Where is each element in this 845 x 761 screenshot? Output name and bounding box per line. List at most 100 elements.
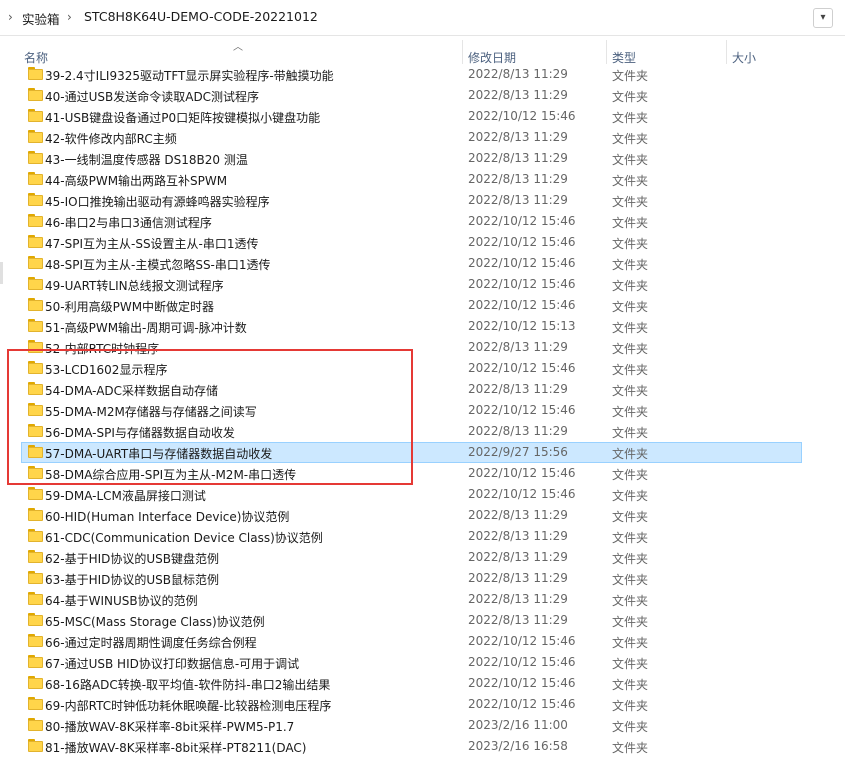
modified-date: 2023/2/16 11:00 [468, 718, 568, 732]
table-row[interactable]: 69-内部RTC时钟低功耗休眠唤醒-比较器检测电压程序 2022/10/12 15… [0, 694, 845, 715]
table-row[interactable]: 47-SPI互为主从-SS设置主从-串口1透传 2022/10/12 15:46 文… [0, 232, 845, 253]
file-name[interactable]: 61-CDC(Communication Device Class)协议范例 [45, 529, 323, 546]
file-type: 文件夹 [612, 741, 649, 755]
table-row[interactable]: 55-DMA-M2M存储器与存储器之间读写 2022/10/12 15:46 文件夹 [0, 400, 845, 421]
table-row[interactable]: 59-DMA-LCM液晶屏接口测试 2022/10/12 15:46 文件夹 [0, 484, 845, 505]
file-type: 文件夹 [612, 594, 649, 608]
folder-icon [28, 529, 43, 542]
table-row[interactable]: 39-2.4寸ILI9325驱动TFT显示屏实验程序-带触摸功能 2022/8/1… [0, 64, 845, 85]
folder-icon [28, 676, 43, 689]
file-name[interactable]: 49-UART转LIN总线报文测试程序 [45, 277, 224, 294]
folder-icon [28, 193, 43, 206]
file-name[interactable]: 52-内部RTC时钟程序 [45, 340, 159, 357]
table-row[interactable]: 54-DMA-ADC采样数据自动存储 2022/8/13 11:29 文件夹 [0, 379, 845, 400]
file-name[interactable]: 42-软件修改内部RC主频 [45, 130, 177, 147]
file-name[interactable]: 56-DMA-SPI与存储器数据自动收发 [45, 424, 235, 441]
file-name[interactable]: 43-一线制温度传感器 DS18B20 测温 [45, 151, 248, 168]
table-row[interactable]: 40-通过USB发送命令读取ADC测试程序 2022/8/13 11:29 文件夹 [0, 85, 845, 106]
modified-date: 2022/8/13 11:29 [468, 571, 568, 585]
table-row[interactable]: 48-SPI互为主从-主模式忽略SS-串口1透传 2022/10/12 15:46… [0, 253, 845, 274]
table-row[interactable]: 58-DMA综合应用-SPI互为主从-M2M-串口透传 2022/10/12 15… [0, 463, 845, 484]
table-row[interactable]: 61-CDC(Communication Device Class)协议范例 20… [0, 526, 845, 547]
table-row[interactable]: 57-DMA-UART串口与存储器数据自动收发 2022/9/27 15:56 文件… [0, 442, 845, 463]
breadcrumb-item-current[interactable]: STC8H8K64U-DEMO-CODE-20221012 [84, 9, 318, 24]
table-row[interactable]: 66-通过定时器周期性调度任务综合例程 2022/10/12 15:46 文件夹 [0, 631, 845, 652]
table-row[interactable]: 56-DMA-SPI与存储器数据自动收发 2022/8/13 11:29 文件夹 [0, 421, 845, 442]
table-row[interactable]: 43-一线制温度传感器 DS18B20 测温 2022/8/13 11:29 文件夹 [0, 148, 845, 169]
file-name[interactable]: 39-2.4寸ILI9325驱动TFT显示屏实验程序-带触摸功能 [45, 67, 334, 84]
table-row[interactable]: 49-UART转LIN总线报文测试程序 2022/10/12 15:46 文件夹 [0, 274, 845, 295]
file-name[interactable]: 60-HID(Human Interface Device)协议范例 [45, 508, 289, 525]
folder-icon [28, 697, 43, 710]
table-row[interactable]: 50-利用高级PWM中断做定时器 2022/10/12 15:46 文件夹 [0, 295, 845, 316]
chevron-down-icon[interactable]: ▾ [813, 8, 833, 28]
file-type: 文件夹 [612, 405, 649, 419]
folder-icon [28, 67, 43, 80]
table-row[interactable]: 45-IO口推挽输出驱动有源蜂鸣器实验程序 2022/8/13 11:29 文件夹 [0, 190, 845, 211]
modified-date: 2022/8/13 11:29 [468, 550, 568, 564]
file-type: 文件夹 [612, 90, 649, 104]
file-name[interactable]: 51-高级PWM输出-周期可调-脉冲计数 [45, 319, 247, 336]
chevron-right-icon[interactable]: › [67, 10, 72, 24]
table-row[interactable]: 81-播放WAV-8K采样率-8bit采样-PT8211(DAC) 2023/2/… [0, 736, 845, 757]
file-name[interactable]: 57-DMA-UART串口与存储器数据自动收发 [45, 445, 272, 462]
chevron-right-icon[interactable]: › [8, 10, 13, 24]
file-name[interactable]: 81-播放WAV-8K采样率-8bit采样-PT8211(DAC) [45, 739, 306, 756]
file-name[interactable]: 48-SPI互为主从-主模式忽略SS-串口1透传 [45, 256, 271, 273]
file-name[interactable]: 40-通过USB发送命令读取ADC测试程序 [45, 88, 259, 105]
file-name[interactable]: 66-通过定时器周期性调度任务综合例程 [45, 634, 257, 651]
column-divider[interactable] [606, 40, 607, 64]
folder-icon [28, 487, 43, 500]
file-name[interactable]: 58-DMA综合应用-SPI互为主从-M2M-串口透传 [45, 466, 296, 483]
table-row[interactable]: 63-基于HID协议的USB鼠标范例 2022/8/13 11:29 文件夹 [0, 568, 845, 589]
table-row[interactable]: 60-HID(Human Interface Device)协议范例 2022/8… [0, 505, 845, 526]
file-name[interactable]: 68-16路ADC转换-取平均值-软件防抖-串口2输出结果 [45, 676, 330, 693]
table-row[interactable]: 68-16路ADC转换-取平均值-软件防抖-串口2输出结果 2022/10/12 … [0, 673, 845, 694]
modified-date: 2022/10/12 15:13 [468, 319, 576, 333]
table-row[interactable]: 65-MSC(Mass Storage Class)协议范例 2022/8/13 … [0, 610, 845, 631]
file-name[interactable]: 45-IO口推挽输出驱动有源蜂鸣器实验程序 [45, 193, 270, 210]
folder-icon [28, 361, 43, 374]
file-name[interactable]: 41-USB键盘设备通过P0口矩阵按键模拟小键盘功能 [45, 109, 320, 126]
table-row[interactable]: 44-高级PWM输出两路互补SPWM 2022/8/13 11:29 文件夹 [0, 169, 845, 190]
file-type: 文件夹 [612, 678, 649, 692]
file-name[interactable]: 62-基于HID协议的USB键盘范例 [45, 550, 219, 567]
file-type: 文件夹 [612, 447, 649, 461]
file-name[interactable]: 63-基于HID协议的USB鼠标范例 [45, 571, 219, 588]
modified-date: 2022/10/12 15:46 [468, 256, 576, 270]
file-name[interactable]: 50-利用高级PWM中断做定时器 [45, 298, 214, 315]
file-name[interactable]: 44-高级PWM输出两路互补SPWM [45, 172, 227, 189]
file-name[interactable]: 80-播放WAV-8K采样率-8bit采样-PWM5-P1.7 [45, 718, 294, 735]
file-name[interactable]: 59-DMA-LCM液晶屏接口测试 [45, 487, 206, 504]
modified-date: 2022/8/13 11:29 [468, 382, 568, 396]
column-divider[interactable] [726, 40, 727, 64]
column-divider[interactable] [462, 40, 463, 64]
modified-date: 2022/8/13 11:29 [468, 592, 568, 606]
breadcrumb-item[interactable]: 实验箱 [22, 9, 60, 28]
table-row[interactable]: 51-高级PWM输出-周期可调-脉冲计数 2022/10/12 15:13 文件夹 [0, 316, 845, 337]
file-name[interactable]: 46-串口2与串口3通信测试程序 [45, 214, 212, 231]
table-row[interactable]: 52-内部RTC时钟程序 2022/8/13 11:29 文件夹 [0, 337, 845, 358]
file-name[interactable]: 53-LCD1602显示程序 [45, 361, 167, 378]
file-name[interactable]: 54-DMA-ADC采样数据自动存储 [45, 382, 218, 399]
file-name[interactable]: 69-内部RTC时钟低功耗休眠唤醒-比较器检测电压程序 [45, 697, 331, 714]
modified-date: 2022/10/12 15:46 [468, 676, 576, 690]
table-row[interactable]: 64-基于WINUSB协议的范例 2022/8/13 11:29 文件夹 [0, 589, 845, 610]
table-row[interactable]: 62-基于HID协议的USB键盘范例 2022/8/13 11:29 文件夹 [0, 547, 845, 568]
modified-date: 2022/8/13 11:29 [468, 88, 568, 102]
file-name[interactable]: 65-MSC(Mass Storage Class)协议范例 [45, 613, 265, 630]
modified-date: 2022/10/12 15:46 [468, 298, 576, 312]
file-name[interactable]: 64-基于WINUSB协议的范例 [45, 592, 198, 609]
table-row[interactable]: 46-串口2与串口3通信测试程序 2022/10/12 15:46 文件夹 [0, 211, 845, 232]
file-name[interactable]: 47-SPI互为主从-SS设置主从-串口1透传 [45, 235, 259, 252]
table-row[interactable]: 67-通过USB HID协议打印数据信息-可用于调试 2022/10/12 15:… [0, 652, 845, 673]
file-type: 文件夹 [612, 636, 649, 650]
file-type: 文件夹 [612, 195, 649, 209]
file-name[interactable]: 67-通过USB HID协议打印数据信息-可用于调试 [45, 655, 299, 672]
table-row[interactable]: 41-USB键盘设备通过P0口矩阵按键模拟小键盘功能 2022/10/12 15:… [0, 106, 845, 127]
file-name[interactable]: 55-DMA-M2M存储器与存储器之间读写 [45, 403, 257, 420]
table-row[interactable]: 80-播放WAV-8K采样率-8bit采样-PWM5-P1.7 2023/2/16… [0, 715, 845, 736]
table-row[interactable]: 42-软件修改内部RC主频 2022/8/13 11:29 文件夹 [0, 127, 845, 148]
address-bar[interactable]: › 实验箱 › STC8H8K64U-DEMO-CODE-20221012 ▾ [0, 0, 845, 36]
table-row[interactable]: 53-LCD1602显示程序 2022/10/12 15:46 文件夹 [0, 358, 845, 379]
